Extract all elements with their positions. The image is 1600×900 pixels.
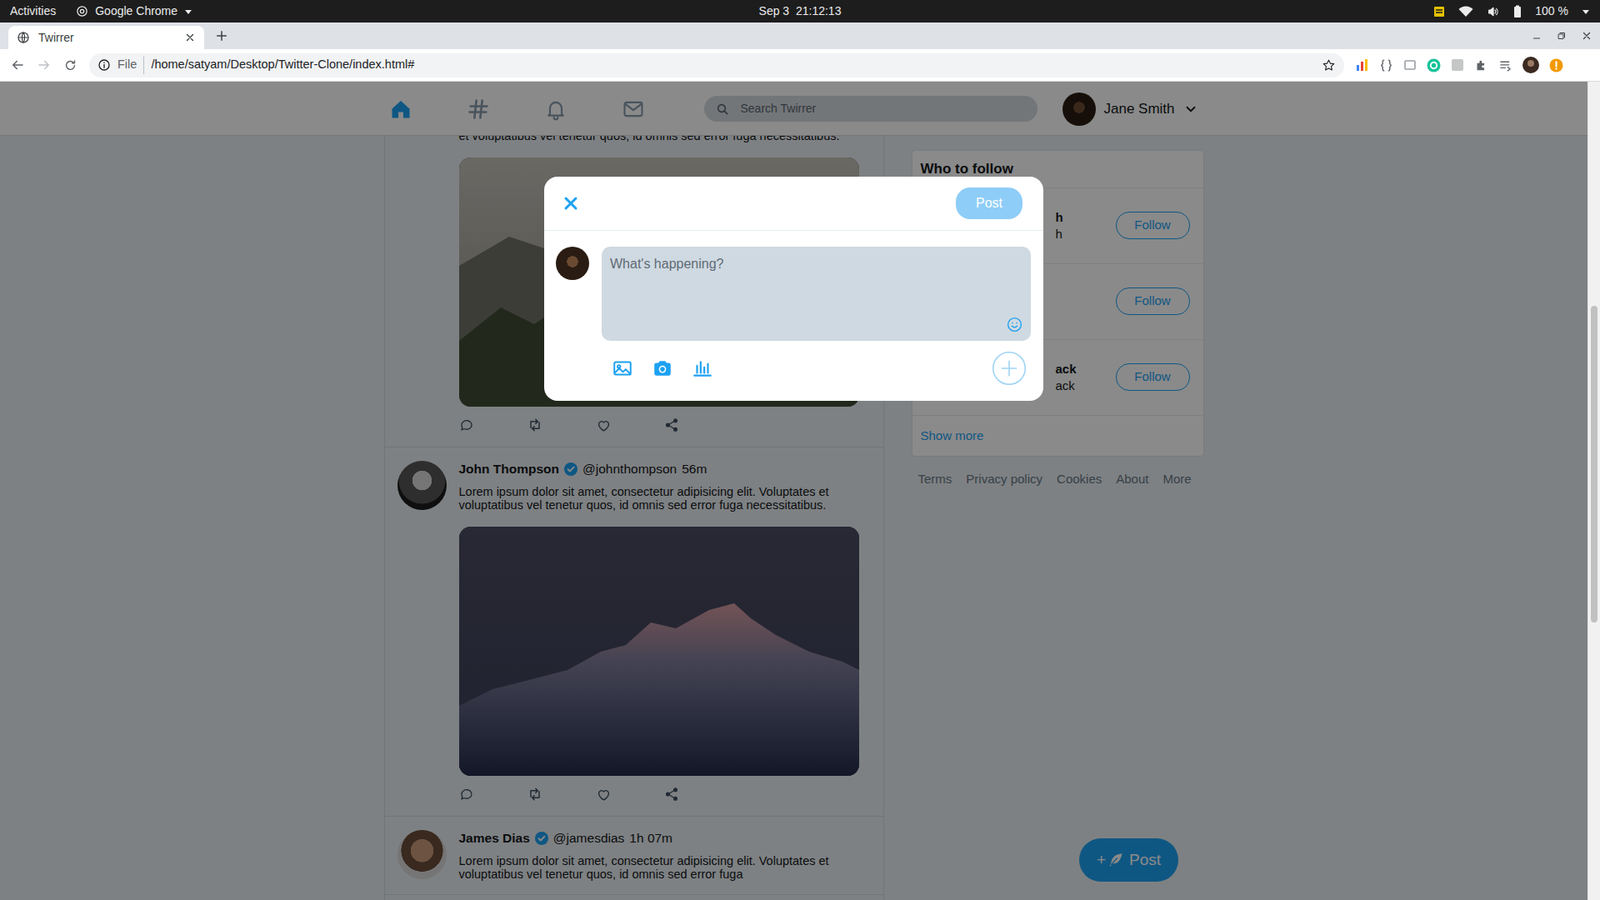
chart-extension-icon[interactable] — [1355, 58, 1370, 72]
page-scrollbar[interactable] — [1587, 81, 1600, 900]
url-text: /home/satyam/Desktop/Twitter-Clone/index… — [150, 55, 1315, 75]
wifi-icon[interactable] — [1458, 5, 1474, 18]
back-icon[interactable] — [10, 57, 25, 73]
address-bar: File/home/satyam/Desktop/Twitter-Clone/i… — [0, 49, 1600, 82]
app-name: Google Chrome — [95, 2, 178, 20]
compose-avatar — [555, 246, 590, 280]
power-menu-icon[interactable] — [1581, 7, 1590, 16]
clock[interactable]: Sep 3 21:12:13 — [759, 2, 842, 20]
battery-icon[interactable] — [1513, 5, 1522, 19]
post-button[interactable]: Post — [955, 187, 1023, 220]
url-scheme: File — [117, 55, 145, 75]
close-icon[interactable] — [560, 193, 581, 214]
tab-strip: Twirrer — [0, 22, 1600, 50]
volume-icon[interactable] — [1486, 5, 1500, 19]
compose-dialog: Post — [544, 176, 1044, 401]
info-icon[interactable] — [97, 58, 111, 72]
scroll-thumb[interactable] — [1590, 305, 1598, 623]
queue-icon[interactable] — [1498, 58, 1513, 73]
forward-icon[interactable] — [36, 57, 52, 73]
reload-icon[interactable] — [63, 58, 78, 73]
puzzle-icon[interactable] — [1474, 58, 1489, 73]
globe-icon — [16, 30, 30, 45]
chrome-icon — [75, 5, 89, 18]
add-icon[interactable] — [991, 350, 1027, 386]
app-menu[interactable]: Google Chrome — [75, 2, 193, 20]
activities-button[interactable]: Activities — [10, 2, 56, 20]
system-bar: Activities Google Chrome Sep 3 21:12:13 100… — [0, 0, 1600, 23]
battery-level: 100 % — [1535, 2, 1569, 20]
camera-icon[interactable] — [651, 357, 674, 380]
window-extension-icon[interactable] — [1403, 58, 1417, 72]
grey-extension-icon[interactable] — [1450, 58, 1465, 72]
restore-icon[interactable] — [1556, 30, 1567, 41]
notes-icon[interactable] — [1433, 5, 1445, 18]
url-field[interactable]: File/home/satyam/Desktop/Twitter-Clone/i… — [89, 53, 1345, 78]
alert-icon[interactable] — [1549, 58, 1564, 73]
compose-field[interactable] — [601, 246, 1031, 341]
grammar-extension-icon[interactable] — [1426, 58, 1441, 73]
image-icon[interactable] — [611, 357, 634, 380]
page-viewport: Jane Smithet voluptatibus vel tenetur qu… — [0, 81, 1600, 900]
compose-input[interactable] — [601, 246, 1031, 335]
braces-extension-icon[interactable] — [1379, 58, 1394, 73]
caret-icon — [184, 7, 193, 16]
bookmark-star-icon[interactable] — [1321, 58, 1336, 73]
close-window-icon[interactable] — [1581, 30, 1592, 41]
emoji-icon[interactable] — [1005, 315, 1024, 334]
browser-tab[interactable]: Twirrer — [8, 25, 205, 50]
close-tab-icon[interactable] — [184, 31, 196, 44]
tab-title: Twirrer — [38, 29, 176, 47]
profile-icon[interactable] — [1522, 56, 1540, 74]
poll-icon[interactable] — [691, 357, 714, 380]
new-tab-icon[interactable] — [214, 28, 230, 44]
minimize-icon[interactable] — [1531, 30, 1542, 41]
